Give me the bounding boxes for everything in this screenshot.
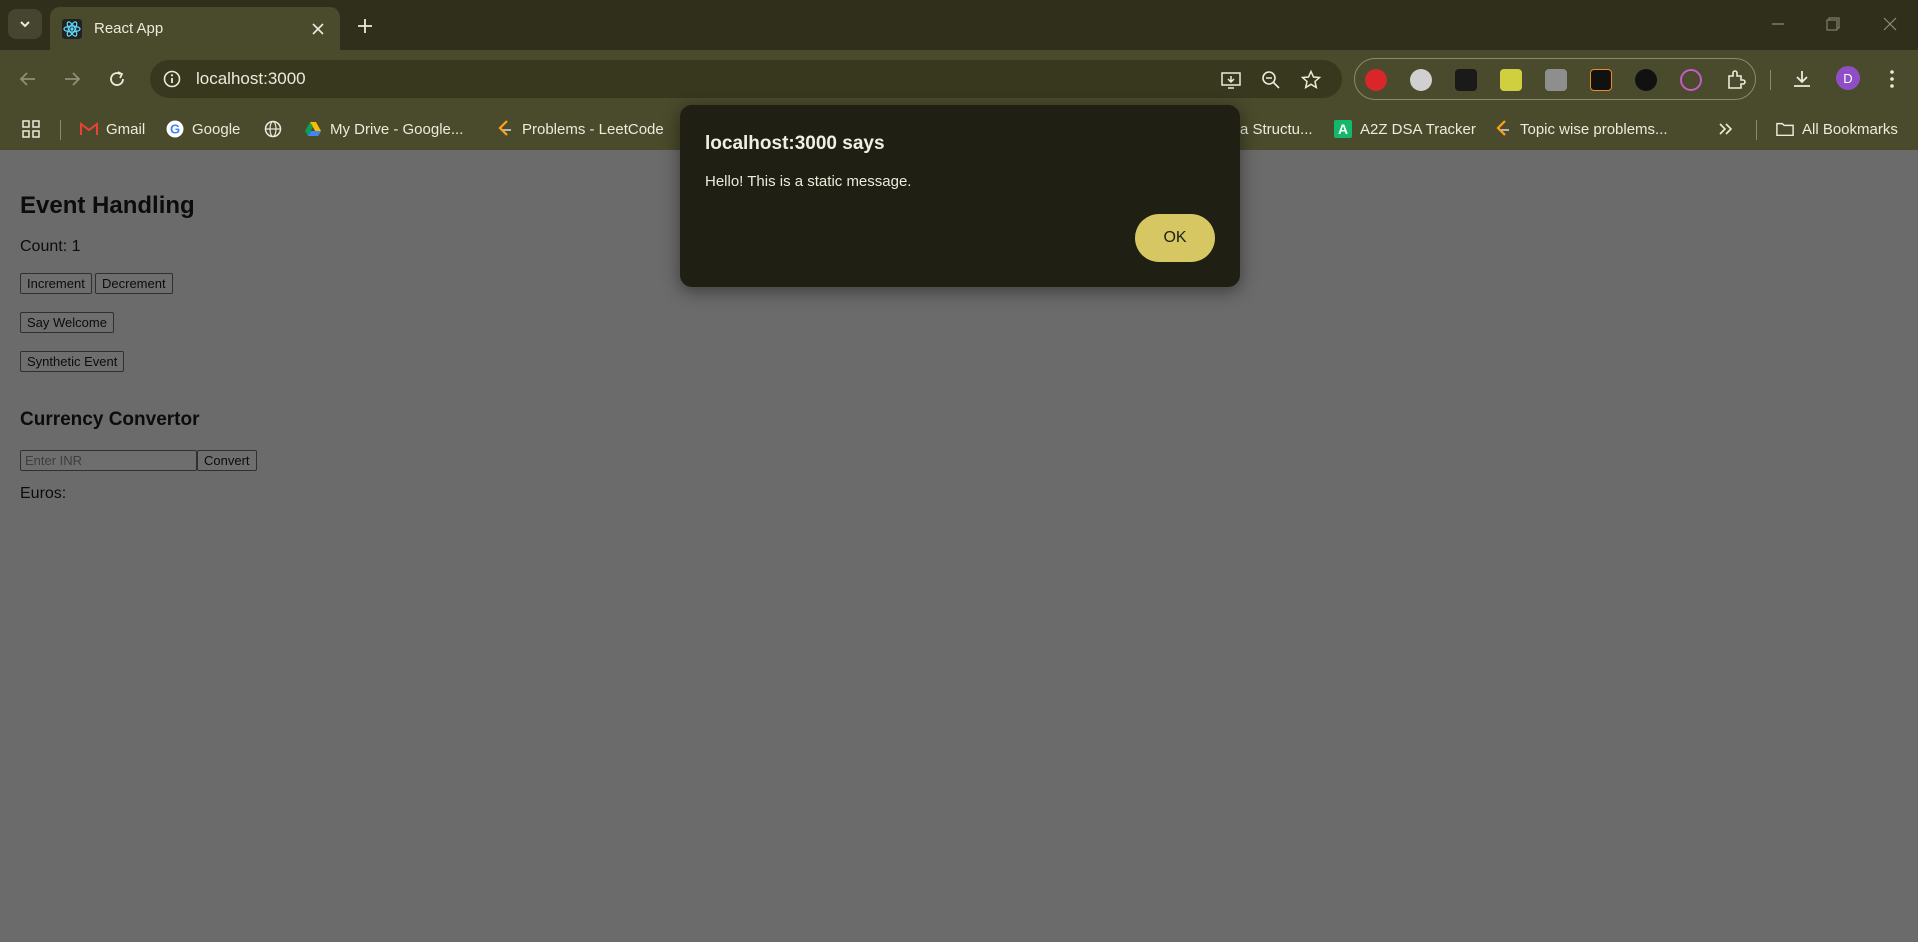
react-icon [62,18,82,39]
bookmark-star-icon[interactable] [1300,69,1322,91]
menu-kebab-icon[interactable] [1878,64,1906,94]
bookmark-my-drive[interactable]: My Drive - Google... [304,116,463,142]
currency-convertor-heading: Currency Convertor [20,409,200,430]
more-bookmarks-icon[interactable] [1718,116,1734,142]
minimize-icon[interactable] [1766,12,1790,36]
leetcode-icon [1494,120,1512,138]
decrement-button[interactable]: Decrement [95,273,173,294]
download-icon[interactable] [1788,64,1816,94]
ok-button[interactable]: OK [1135,214,1215,262]
extensions-puzzle-icon[interactable] [1725,69,1747,91]
convert-button[interactable]: Convert [197,450,257,471]
svg-text:G: G [170,122,180,137]
synthetic-event-button[interactable]: Synthetic Event [20,351,125,372]
extension-icon[interactable] [1410,69,1432,91]
chevron-down-icon [20,21,30,28]
event-handling-heading: Event Handling [20,192,195,219]
forward-icon[interactable] [57,64,87,94]
bookmark-label: Problems - LeetCode [522,120,664,138]
bookmark-data-structures[interactable]: a Structu... [1240,116,1313,142]
bookmark-globe[interactable] [264,116,290,142]
tab-strip: React App [0,0,1918,50]
leetcode-icon [496,120,514,138]
back-icon[interactable] [13,64,43,94]
leetcode-helper-extension-icon[interactable] [1590,69,1612,91]
close-window-icon[interactable] [1878,12,1902,36]
bookmark-label: My Drive - Google... [330,120,464,138]
address-bar[interactable]: localhost:3000 [150,60,1342,98]
a2z-icon: A [1334,120,1352,138]
inr-input[interactable] [20,450,197,471]
folder-icon [1776,120,1794,138]
bookmark-label: Topic wise problems... [1520,120,1668,138]
say-welcome-button[interactable]: Say Welcome [20,312,114,333]
increment-button[interactable]: Increment [20,273,92,294]
extension-icon[interactable] [1500,69,1522,91]
bookmark-google[interactable]: G Google [166,116,240,142]
tab-react-app[interactable]: React App [50,7,340,50]
bookmark-topic-wise-problems[interactable]: Topic wise problems... [1494,116,1668,142]
tab-title: React App [94,20,164,37]
bookmark-leetcode[interactable]: Problems - LeetCode [496,116,664,142]
new-tab-icon[interactable] [352,13,378,39]
close-tab-icon[interactable] [308,19,328,39]
site-info-icon[interactable] [162,69,182,89]
install-app-icon[interactable] [1220,69,1242,91]
gmail-icon [80,120,98,138]
dialog-title: localhost:3000 says [705,133,885,154]
reload-icon[interactable] [102,64,132,94]
toolbar-divider [1770,70,1771,90]
profile-avatar[interactable]: D [1836,66,1860,90]
bookmark-gmail[interactable]: Gmail [80,116,145,142]
bookmark-label: a Structu... [1240,120,1313,138]
drive-icon [304,120,322,138]
svg-text:A: A [1338,121,1348,137]
extensions-bar [1354,58,1756,100]
bookmark-label: Gmail [106,120,146,138]
bookmark-label: All Bookmarks [1802,120,1898,138]
count-text: Count: 1 [20,238,81,255]
apps-grid-icon [22,120,40,138]
ublock-extension-icon[interactable] [1365,69,1387,91]
globe-icon [264,120,282,138]
bookmark-a2z-dsa-tracker[interactable]: A A2Z DSA Tracker [1334,116,1476,142]
extension-icon[interactable] [1545,69,1567,91]
tab-search-button[interactable] [8,9,42,39]
bookmark-label: Google [192,120,241,138]
google-icon: G [166,120,184,138]
dialog-message: Hello! This is a static message. [705,173,912,190]
bookmark-divider [60,120,61,140]
bookmark-divider [1756,120,1757,140]
github-extension-icon[interactable] [1635,69,1657,91]
zoom-icon[interactable] [1260,69,1282,91]
browser-toolbar: localhost:3000 D [0,50,1918,108]
all-bookmarks-folder[interactable]: All Bookmarks [1776,116,1898,142]
alert-dialog: localhost:3000 says Hello! This is a sta… [680,105,1240,287]
bookmark-label: A2Z DSA Tracker [1360,120,1476,138]
restore-icon[interactable] [1821,12,1845,36]
extension-icon[interactable] [1680,69,1702,91]
url-text: localhost:3000 [196,69,306,88]
extension-icon[interactable] [1455,69,1477,91]
euros-text: Euros: [20,485,67,502]
apps-grid-bookmark[interactable] [22,116,48,142]
